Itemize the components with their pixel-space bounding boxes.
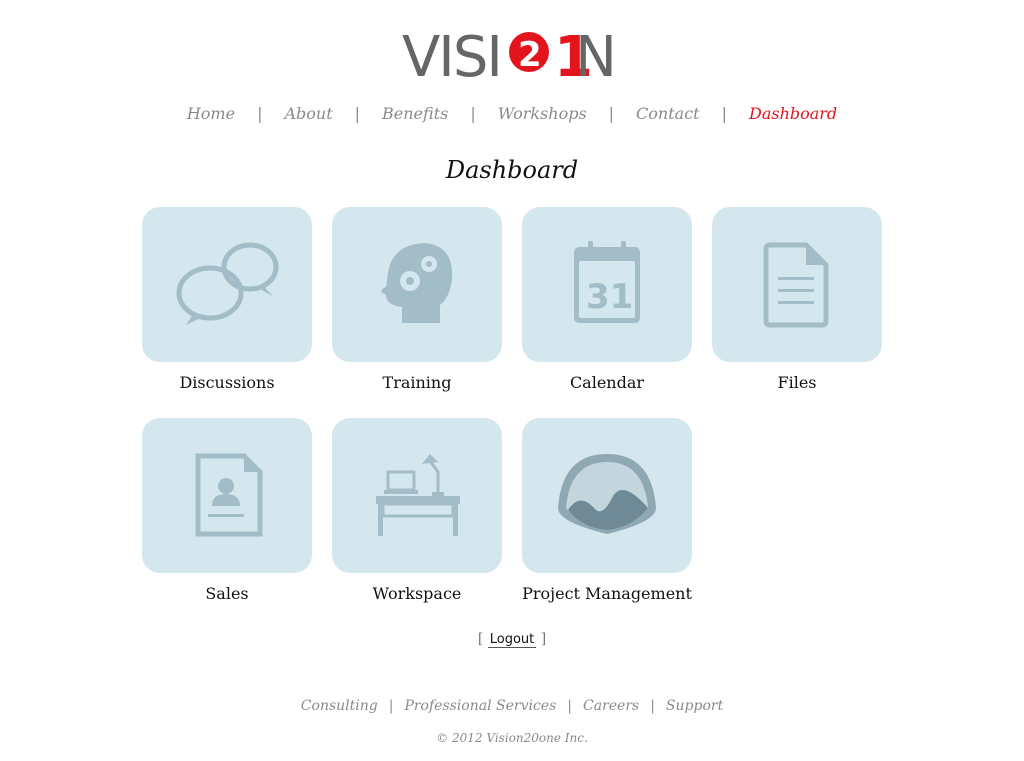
copyright-notice: © 2012 Vision20one Inc. <box>436 731 588 745</box>
tile-label-training[interactable]: Training <box>307 373 527 392</box>
tile-sales[interactable] <box>142 418 312 573</box>
basecamp-icon <box>558 454 656 534</box>
tile-label-files[interactable]: Files <box>687 373 907 392</box>
tile-files[interactable] <box>712 207 882 362</box>
tile-label-discussions[interactable]: Discussions <box>117 373 337 392</box>
head-gears-icon <box>381 243 453 323</box>
logo-text-left: VISI <box>402 25 501 82</box>
nav-contact[interactable]: Contact <box>614 104 722 123</box>
tile-label-project-management[interactable]: Project Management <box>497 584 717 603</box>
desk-icon <box>376 454 460 536</box>
nav-workshops[interactable]: Workshops <box>476 104 609 123</box>
speech-bubbles-icon <box>176 242 279 325</box>
footer-careers[interactable]: Careers <box>572 698 650 714</box>
footer-support[interactable]: Support <box>655 698 734 714</box>
calendar-icon: 31 <box>574 241 640 323</box>
tile-workspace[interactable] <box>332 418 502 573</box>
calendar-day-number: 31 <box>586 277 633 317</box>
page-title: Dashboard <box>445 156 579 184</box>
nav-about[interactable]: About <box>262 104 354 123</box>
tile-label-calendar[interactable]: Calendar <box>497 373 717 392</box>
vision21-logo: VISI 2 1 N <box>402 25 617 82</box>
tile-calendar[interactable]: 31 <box>522 207 692 362</box>
tile-label-workspace[interactable]: Workspace <box>307 584 527 603</box>
main-nav: Home | About | Benefits | Workshops | Contact | Da… <box>0 104 1024 123</box>
logout-bracket-open: [ <box>477 631 484 647</box>
tile-discussions[interactable] <box>142 207 312 362</box>
nav-home[interactable]: Home <box>165 104 257 123</box>
tile-training[interactable] <box>332 207 502 362</box>
site-logo[interactable]: VISI 2 1 N <box>0 22 1024 82</box>
contact-card-icon <box>195 453 263 537</box>
logo-text-num: 2 <box>518 35 542 75</box>
tile-label-sales[interactable]: Sales <box>117 584 337 603</box>
document-icon <box>763 242 829 328</box>
tile-project-management[interactable] <box>522 418 692 573</box>
footer-nav: Consulting | Professional Services | Careers… <box>0 698 1024 714</box>
logo-text-right: N <box>575 25 617 82</box>
nav-benefits[interactable]: Benefits <box>360 104 470 123</box>
logout-area: [ Logout ] <box>0 631 1024 648</box>
footer-professional-services[interactable]: Professional Services <box>393 698 567 714</box>
logout-bracket-close: ] <box>540 631 547 647</box>
footer-consulting[interactable]: Consulting <box>290 698 389 714</box>
nav-dashboard[interactable]: Dashboard <box>727 104 859 123</box>
logout-link[interactable]: Logout <box>487 632 537 648</box>
